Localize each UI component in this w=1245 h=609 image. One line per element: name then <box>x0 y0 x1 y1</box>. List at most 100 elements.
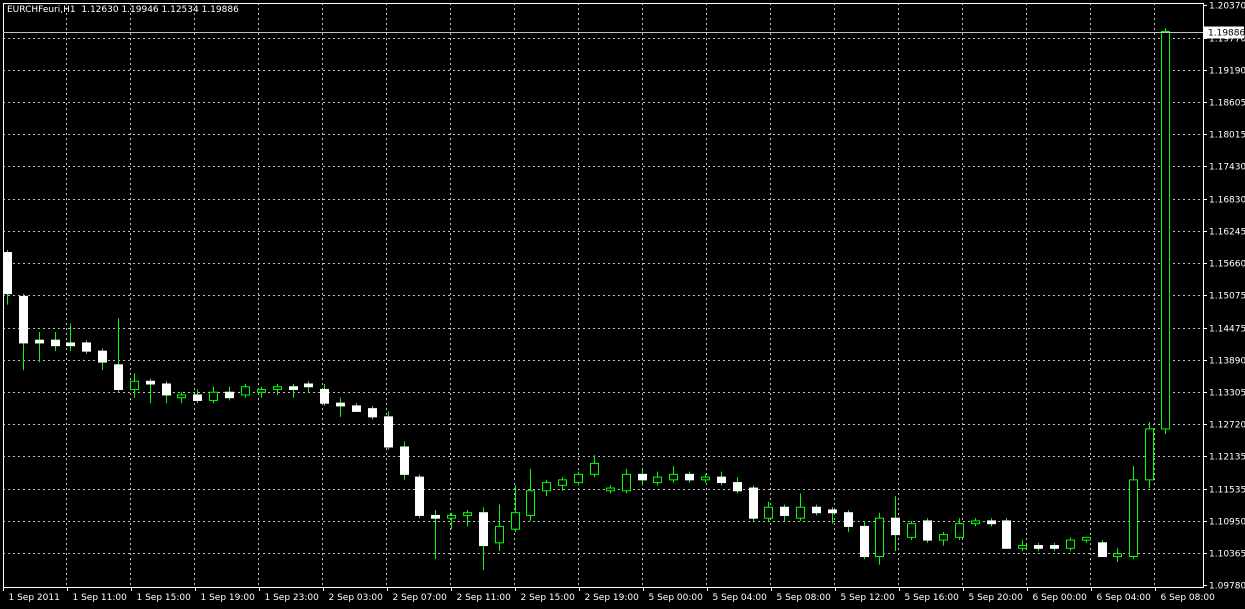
x-tick-label: 1 Sep 11:00 <box>73 593 128 603</box>
current-price-label: 1.19886 <box>1208 29 1245 39</box>
y-tick-label: 1.16830 <box>1209 196 1245 206</box>
candle-body <box>305 384 313 387</box>
candle-body <box>1067 540 1075 548</box>
y-tick-label: 1.15660 <box>1209 260 1245 270</box>
candle <box>750 485 758 521</box>
y-tick-label: 1.12135 <box>1209 453 1245 463</box>
candle-body <box>607 488 615 491</box>
tick-labels: 1.203701.197701.191901.186051.180151.174… <box>9 2 1245 604</box>
y-tick-label: 1.13890 <box>1209 357 1245 367</box>
candle-body <box>1114 554 1122 557</box>
candle <box>1035 543 1043 551</box>
candle-body <box>226 392 234 397</box>
x-tick-label: 5 Sep 20:00 <box>969 593 1024 603</box>
candle-body <box>686 474 694 479</box>
candle-body <box>924 521 932 540</box>
candle <box>559 477 567 491</box>
candle-body <box>416 477 424 515</box>
candle-body <box>972 521 980 524</box>
candle-body <box>750 488 758 518</box>
x-tick-label: 5 Sep 04:00 <box>713 593 768 603</box>
symbol-label: EURCHFeuri,H1 <box>7 5 76 15</box>
candle <box>1019 540 1027 551</box>
candle-body <box>1130 480 1138 557</box>
candle <box>734 477 742 493</box>
candle <box>623 469 631 494</box>
candle-body <box>1083 537 1091 540</box>
candle-body <box>52 340 60 345</box>
candle-body <box>670 474 678 479</box>
y-tick-label: 1.16245 <box>1209 228 1245 238</box>
candle <box>1051 543 1059 551</box>
candle-body <box>702 477 710 480</box>
candle-body <box>654 477 662 482</box>
candle-body <box>385 417 393 447</box>
x-tick-label: 1 Sep 15:00 <box>137 593 192 603</box>
candle <box>480 507 488 570</box>
candle-body <box>337 403 345 406</box>
candle <box>988 518 996 526</box>
candle <box>639 469 647 485</box>
candle <box>4 250 12 305</box>
candle-body <box>575 474 583 482</box>
candle <box>670 466 678 482</box>
candle-body <box>242 387 250 395</box>
chart-title: EURCHFeuri,H1 1.12630 1.19946 1.12534 1.… <box>7 5 239 15</box>
candle <box>464 510 472 526</box>
candle <box>591 455 599 477</box>
candle-body <box>813 507 821 512</box>
candle <box>369 406 377 420</box>
candle <box>686 472 694 483</box>
x-tick-label: 2 Sep 11:00 <box>457 593 512 603</box>
candle-body <box>829 510 837 513</box>
candle-body <box>274 387 282 390</box>
candle <box>353 403 361 411</box>
candle <box>432 510 440 559</box>
x-tick-label: 6 Sep 00:00 <box>1033 593 1088 603</box>
candle <box>1114 548 1122 562</box>
candle-body <box>623 474 631 490</box>
x-tick-label: 6 Sep 04:00 <box>1097 593 1152 603</box>
y-tick-label: 1.12720 <box>1209 421 1245 431</box>
candle <box>1067 537 1075 551</box>
candle <box>813 504 821 515</box>
candle <box>845 510 853 532</box>
candle <box>401 442 409 480</box>
candle-body <box>432 515 440 518</box>
candle-body <box>178 395 186 398</box>
candle-body <box>83 343 91 351</box>
candle <box>496 504 504 551</box>
candle <box>290 384 298 398</box>
candle-body <box>940 535 948 540</box>
candle-body <box>734 483 742 491</box>
candle <box>1083 537 1091 542</box>
candle <box>908 521 916 540</box>
candle <box>274 384 282 395</box>
x-tick-label: 1 Sep 19:00 <box>201 593 256 603</box>
candle <box>575 472 583 486</box>
x-tick-label: 5 Sep 16:00 <box>905 593 960 603</box>
candle-body <box>496 526 504 542</box>
candle-body <box>559 480 567 485</box>
candle <box>163 381 171 403</box>
candle-body <box>99 351 107 362</box>
y-tick-label: 1.11535 <box>1209 486 1245 496</box>
candle <box>861 521 869 559</box>
candle-body <box>258 389 266 392</box>
candle <box>1162 28 1170 434</box>
candle-body <box>1146 429 1154 480</box>
candle-body <box>1162 32 1170 429</box>
candle <box>67 324 75 351</box>
y-tick-label: 1.19190 <box>1209 67 1245 77</box>
candle <box>226 387 234 401</box>
candle-body <box>20 296 28 343</box>
candle-body <box>4 253 12 294</box>
candle <box>385 411 393 449</box>
x-tick-label: 2 Sep 19:00 <box>585 593 640 603</box>
candle <box>321 384 329 406</box>
candle-body <box>369 409 377 417</box>
candle <box>797 494 805 521</box>
candle <box>1130 466 1138 559</box>
y-tick-label: 1.18015 <box>1209 131 1245 141</box>
candle-body <box>290 387 298 390</box>
